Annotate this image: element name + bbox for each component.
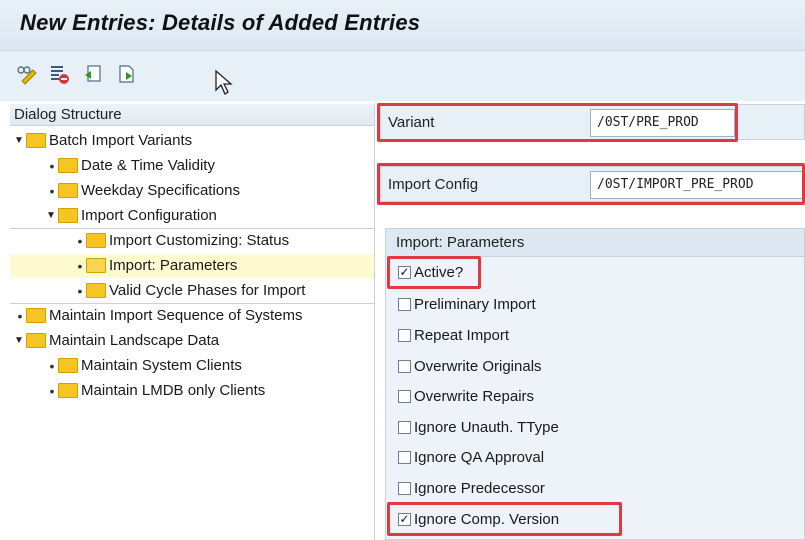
undo-icon[interactable] — [82, 63, 104, 85]
checkbox-preliminary-import[interactable]: Preliminary Import — [398, 293, 536, 317]
tree-item-date-time-validity[interactable]: • Date & Time Validity — [46, 154, 215, 178]
checkbox-icon[interactable] — [398, 389, 411, 403]
checkbox-icon[interactable] — [398, 481, 411, 495]
import-config-highlight — [377, 163, 805, 205]
window-title: New Entries: Details of Added Entries — [20, 10, 421, 35]
expanded-triangle-icon[interactable]: ▼ — [14, 129, 26, 153]
folder-icon — [58, 357, 78, 373]
tree-item-import-customizing-status[interactable]: • Import Customizing: Status — [74, 229, 290, 253]
bullet-icon: • — [17, 308, 23, 324]
variant-highlight — [377, 103, 738, 142]
bullet-icon: • — [77, 258, 83, 274]
tree-item-batch-import-variants[interactable]: ▼ Batch Import Variants — [14, 129, 192, 153]
active-highlight — [387, 256, 481, 289]
title-bar: New Entries: Details of Added Entries — [0, 0, 805, 51]
checkbox-ignore-qa-approval[interactable]: Ignore QA Approval — [398, 446, 544, 470]
tree-item-import-parameters[interactable]: • Import: Parameters — [10, 254, 374, 278]
tree-item-maintain-system-clients[interactable]: • Maintain System Clients — [46, 354, 242, 378]
dialog-structure-header: Dialog Structure — [10, 104, 374, 126]
folder-icon — [58, 382, 78, 398]
tree-item-import-configuration[interactable]: ▼ Import Configuration — [46, 204, 217, 228]
folder-icon — [58, 157, 78, 173]
expanded-triangle-icon[interactable]: ▼ — [14, 329, 26, 353]
display-change-icon[interactable] — [16, 63, 38, 85]
delete-icon[interactable] — [48, 63, 70, 85]
ignore-comp-version-highlight — [387, 502, 622, 536]
folder-icon — [26, 132, 46, 148]
checkbox-ignore-unauth-ttype[interactable]: Ignore Unauth. TType — [398, 416, 559, 440]
checkbox-icon[interactable] — [398, 328, 411, 342]
mouse-pointer-icon — [215, 69, 233, 95]
folder-icon — [58, 182, 78, 198]
bullet-icon: • — [49, 183, 55, 199]
dialog-structure-panel: Dialog Structure ▼ Batch Import Variants … — [10, 104, 375, 540]
tree-item-maintain-lmdb-clients[interactable]: • Maintain LMDB only Clients — [46, 379, 266, 403]
checkbox-overwrite-repairs[interactable]: Overwrite Repairs — [398, 385, 534, 409]
open-folder-icon — [86, 257, 106, 273]
checkbox-icon[interactable] — [398, 450, 411, 464]
checkbox-ignore-predecessor[interactable]: Ignore Predecessor — [398, 477, 545, 501]
folder-icon — [26, 307, 46, 323]
import-parameters-header: Import: Parameters — [386, 229, 804, 257]
tree-item-valid-cycle-phases[interactable]: • Valid Cycle Phases for Import — [74, 279, 306, 303]
folder-icon — [26, 332, 46, 348]
next-entry-icon[interactable] — [116, 63, 138, 85]
bullet-icon: • — [49, 383, 55, 399]
tree-item-weekday-specifications[interactable]: • Weekday Specifications — [46, 179, 240, 203]
folder-icon — [86, 282, 106, 298]
bullet-icon: • — [77, 233, 83, 249]
checkbox-icon[interactable] — [398, 297, 411, 311]
tree-item-maintain-landscape-data[interactable]: ▼ Maintain Landscape Data — [14, 329, 219, 353]
checkbox-icon[interactable] — [398, 420, 411, 434]
tree-item-maintain-import-sequence[interactable]: • Maintain Import Sequence of Systems — [14, 304, 303, 328]
folder-icon — [58, 207, 78, 223]
toolbar — [0, 51, 805, 101]
bullet-icon: • — [49, 158, 55, 174]
checkbox-repeat-import[interactable]: Repeat Import — [398, 324, 509, 348]
folder-icon — [86, 232, 106, 248]
checkbox-overwrite-originals[interactable]: Overwrite Originals — [398, 355, 542, 379]
bullet-icon: • — [77, 283, 83, 299]
checkbox-icon[interactable] — [398, 359, 411, 373]
expanded-triangle-icon[interactable]: ▼ — [46, 204, 58, 228]
bullet-icon: • — [49, 358, 55, 374]
